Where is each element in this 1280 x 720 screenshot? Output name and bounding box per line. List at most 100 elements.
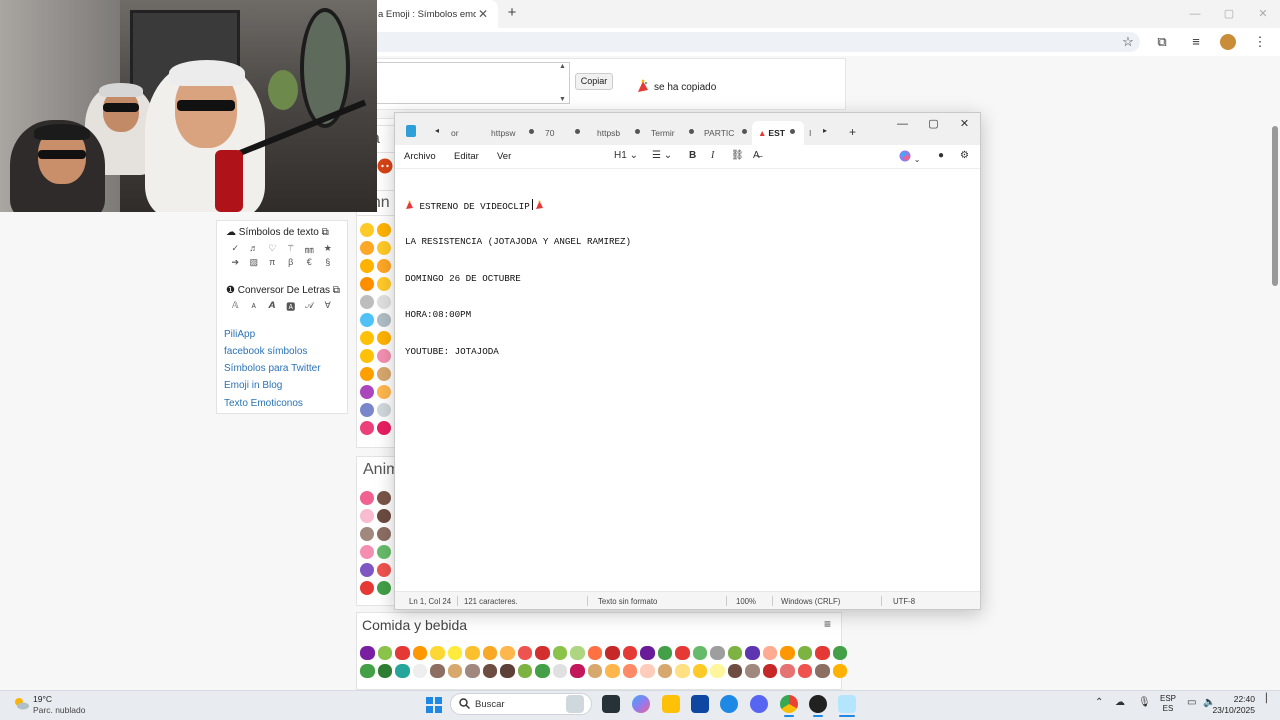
emoji-item[interactable] bbox=[360, 563, 374, 577]
letters-converter-heading[interactable]: ❶ Conversor De Letras ⧉ bbox=[226, 285, 340, 296]
emoji-item[interactable] bbox=[395, 664, 410, 678]
menu-editar[interactable]: Editar bbox=[454, 151, 479, 162]
symbol-item[interactable]: β bbox=[282, 257, 301, 268]
emoji-item[interactable] bbox=[377, 421, 391, 435]
emoji-item[interactable] bbox=[587, 664, 602, 678]
emoji-item[interactable] bbox=[360, 223, 374, 237]
emoji-item[interactable] bbox=[360, 277, 374, 291]
menu-ver[interactable]: Ver bbox=[497, 151, 511, 162]
notepad-titlebar[interactable]: ◂ or httpsw 70 httpsb Termir PARTIC ▲ EST… bbox=[395, 113, 980, 145]
emoji-item[interactable] bbox=[360, 527, 374, 541]
profile-avatar[interactable] bbox=[1220, 34, 1236, 50]
link-button[interactable]: ⛓ bbox=[731, 150, 744, 161]
notepad-tab-active[interactable]: ▲ EST bbox=[752, 121, 804, 145]
network-icon[interactable]: ▭ bbox=[1187, 697, 1196, 708]
emoji-item[interactable] bbox=[360, 509, 374, 523]
emoji-item[interactable] bbox=[360, 646, 375, 660]
tab-scroll-left-icon[interactable]: ◂ bbox=[435, 126, 439, 135]
emoji-item[interactable] bbox=[430, 646, 445, 660]
notepad-tab[interactable]: or bbox=[451, 121, 485, 145]
minimize-button[interactable]: — bbox=[1178, 0, 1212, 28]
emoji-item[interactable] bbox=[360, 421, 374, 435]
emoji-item[interactable] bbox=[780, 646, 795, 660]
text-symbols-heading[interactable]: ☁ Símbolos de texto ⧉ bbox=[226, 227, 329, 238]
emoji-item[interactable] bbox=[360, 491, 374, 505]
emoji-item[interactable] bbox=[377, 545, 391, 559]
emoji-item[interactable] bbox=[377, 331, 391, 345]
emoji-item[interactable] bbox=[360, 403, 374, 417]
copilot-icon[interactable]: ⌄ bbox=[899, 150, 920, 165]
emoji-item[interactable] bbox=[815, 664, 830, 678]
notepad-tab[interactable]: httpsb bbox=[597, 121, 645, 145]
emoji-item[interactable] bbox=[500, 646, 515, 660]
emoji-item[interactable] bbox=[657, 664, 672, 678]
emoji-item[interactable] bbox=[377, 385, 391, 399]
emoji-item[interactable] bbox=[377, 367, 391, 381]
letter-style-item[interactable]: ᴀ bbox=[245, 300, 264, 313]
emoji-item[interactable] bbox=[815, 646, 830, 660]
emoji-item[interactable] bbox=[832, 646, 847, 660]
emoji-item[interactable] bbox=[360, 349, 374, 363]
emoji-item[interactable] bbox=[622, 646, 637, 660]
copy-textarea[interactable] bbox=[376, 62, 570, 104]
emoji-item[interactable] bbox=[500, 664, 515, 678]
tab-scroll-right-icon[interactable]: ▸ bbox=[823, 126, 827, 135]
emoji-item[interactable] bbox=[377, 223, 391, 237]
angry-face-icon[interactable] bbox=[377, 158, 393, 174]
emoji-item[interactable] bbox=[412, 646, 427, 660]
emoji-item[interactable] bbox=[832, 664, 847, 678]
emoji-item[interactable] bbox=[570, 646, 585, 660]
emoji-item[interactable] bbox=[517, 664, 532, 678]
copilot-icon[interactable] bbox=[632, 695, 650, 713]
encoding[interactable]: UTF-8 bbox=[893, 597, 915, 606]
emoji-item[interactable] bbox=[640, 664, 655, 678]
emoji-item[interactable] bbox=[762, 664, 777, 678]
emoji-item[interactable] bbox=[377, 527, 391, 541]
settings-gear-icon[interactable]: ⚙ bbox=[960, 150, 969, 161]
emoji-item[interactable] bbox=[447, 646, 462, 660]
account-icon[interactable]: ● bbox=[938, 150, 944, 161]
letter-style-item[interactable]: ∀ bbox=[319, 300, 338, 313]
emoji-item[interactable] bbox=[657, 646, 672, 660]
edge-icon[interactable] bbox=[720, 695, 738, 713]
emoji-item[interactable] bbox=[447, 664, 462, 678]
emoji-item[interactable] bbox=[692, 646, 707, 660]
link-text-emoticons[interactable]: Texto Emoticonos bbox=[224, 398, 303, 409]
notepad-tab[interactable]: I bbox=[809, 121, 819, 145]
emoji-item[interactable] bbox=[360, 241, 374, 255]
symbol-item[interactable]: ★ bbox=[319, 243, 338, 256]
letter-style-item[interactable]: 𝘼 bbox=[263, 300, 282, 313]
page-scrollbar[interactable] bbox=[1270, 56, 1280, 690]
letter-style-item[interactable]: 🅰 bbox=[282, 300, 301, 313]
emoji-item[interactable] bbox=[377, 563, 391, 577]
emoji-item[interactable] bbox=[360, 295, 374, 309]
emoji-item[interactable] bbox=[465, 664, 480, 678]
symbol-item[interactable]: ㎜ bbox=[300, 243, 319, 256]
emoji-item[interactable] bbox=[430, 664, 445, 678]
emoji-item[interactable] bbox=[377, 349, 391, 363]
symbol-item[interactable]: ➔ bbox=[226, 257, 245, 268]
notifications-icon[interactable]: ▏ bbox=[1266, 693, 1273, 704]
search-highlight-icon[interactable] bbox=[566, 695, 584, 713]
emoji-item[interactable] bbox=[360, 259, 374, 273]
weather-temperature[interactable]: 19°C bbox=[33, 694, 52, 704]
textarea-scroll-down-icon[interactable]: ▼ bbox=[559, 96, 566, 103]
emoji-item[interactable] bbox=[552, 646, 567, 660]
close-window-button[interactable]: ✕ bbox=[949, 113, 980, 135]
symbol-item[interactable]: ⚚ bbox=[282, 243, 301, 256]
emoji-item[interactable] bbox=[360, 313, 374, 327]
letter-style-item[interactable]: 𝔸 bbox=[226, 300, 245, 313]
emoji-item[interactable] bbox=[797, 664, 812, 678]
emoji-item[interactable] bbox=[587, 646, 602, 660]
emoji-item[interactable] bbox=[797, 646, 812, 660]
emoji-item[interactable] bbox=[675, 646, 690, 660]
copy-button[interactable]: Copiar bbox=[575, 73, 613, 90]
microsoft-store-icon[interactable] bbox=[691, 695, 709, 713]
symbol-item[interactable]: ▨ bbox=[245, 257, 264, 268]
url-field[interactable] bbox=[370, 32, 1140, 52]
emoji-item[interactable] bbox=[377, 509, 391, 523]
minimize-button[interactable]: — bbox=[887, 113, 918, 135]
emoji-item[interactable] bbox=[465, 646, 480, 660]
discord-icon[interactable] bbox=[750, 695, 768, 713]
emoji-item[interactable] bbox=[377, 295, 391, 309]
